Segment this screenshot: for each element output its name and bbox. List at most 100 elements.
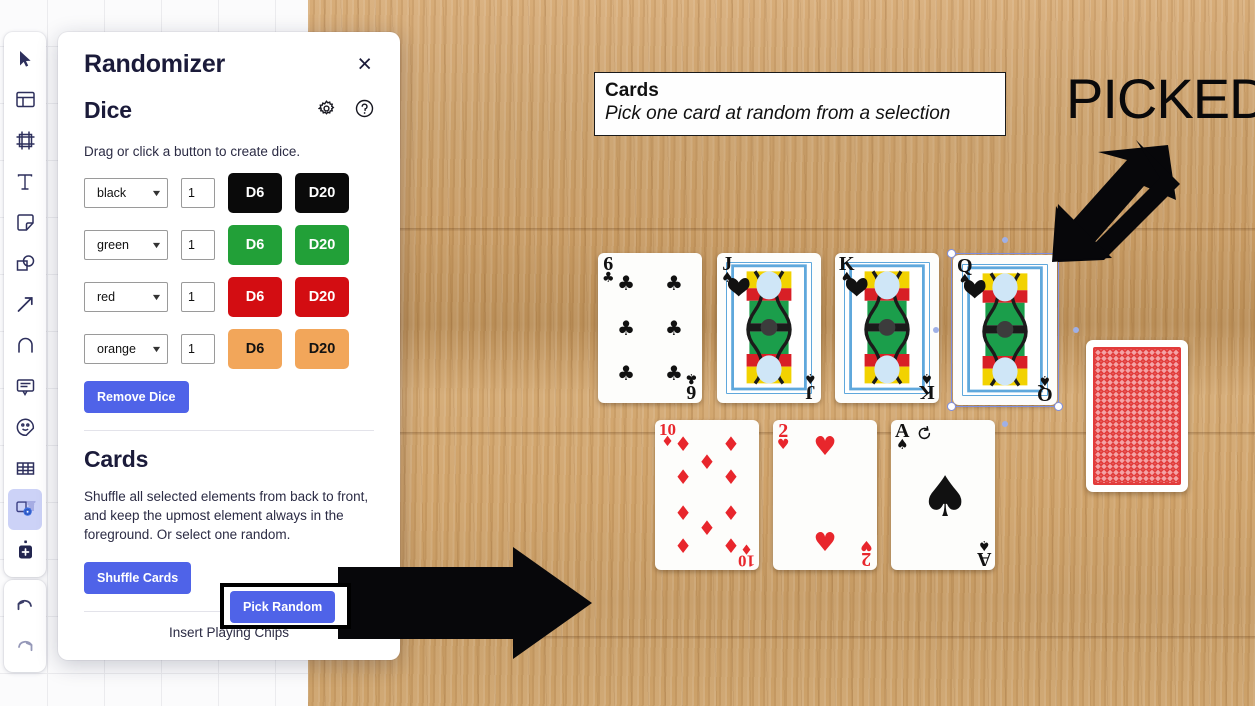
card-corner-index: 10 ♦ bbox=[738, 540, 755, 570]
dice-row: black ▼ 1 D6 D20 bbox=[84, 173, 374, 213]
dice-count-input[interactable]: 1 bbox=[181, 178, 215, 208]
d20-button[interactable]: D20 bbox=[295, 225, 349, 265]
remove-dice-button[interactable]: Remove Dice bbox=[84, 381, 189, 413]
connection-dot[interactable] bbox=[933, 327, 939, 333]
select-tool[interactable] bbox=[8, 38, 42, 79]
card-back[interactable] bbox=[1086, 340, 1188, 492]
dice-row: red ▼ 1 D6 D20 bbox=[84, 277, 374, 317]
tooltip-subtitle: Pick one card at random from a selection bbox=[605, 102, 951, 124]
d20-button[interactable]: D20 bbox=[295, 277, 349, 317]
card-suit: ♠ bbox=[840, 270, 854, 286]
d6-button[interactable]: D6 bbox=[228, 329, 282, 369]
card-6-clubs[interactable]: ♣ ♣ ♣ ♣ ♣ ♣ 6 ♣ 6 ♣ bbox=[598, 253, 702, 403]
d6-button[interactable]: D6 bbox=[228, 225, 282, 265]
dice-color-select[interactable]: black ▼ bbox=[84, 178, 168, 208]
pick-random-button[interactable]: Pick Random bbox=[230, 591, 336, 623]
card-corner-index: 6 ♣ bbox=[602, 254, 615, 286]
undo-button[interactable] bbox=[8, 585, 42, 626]
app-root: ♣ ♣ ♣ ♣ ♣ ♣ 6 ♣ 6 ♣ J ♠ J ♠ K ♠ K ♠ Q ♠ Q ♠ ♦ ♦ ♦ ♦ ♦ ♦ ♦ ♦ ♦ ♦ 10 ♦ 10 ♦ ♥ ♥… bbox=[0, 0, 1255, 706]
card-back-pattern bbox=[1093, 347, 1181, 485]
dice-count-value: 1 bbox=[188, 290, 195, 304]
rotate-icon[interactable] bbox=[916, 425, 933, 447]
redo-button[interactable] bbox=[8, 626, 42, 667]
dice-color-select[interactable]: orange ▼ bbox=[84, 334, 168, 364]
dice-color-select[interactable]: red ▼ bbox=[84, 282, 168, 312]
comment-tool[interactable] bbox=[8, 366, 42, 407]
dice-color-select[interactable]: green ▼ bbox=[84, 230, 168, 260]
pen-tool[interactable] bbox=[8, 325, 42, 366]
card-corner-index: A ♠ bbox=[895, 421, 909, 453]
text-tool[interactable] bbox=[8, 161, 42, 202]
dice-color-value: black bbox=[97, 186, 127, 200]
question-circle-icon[interactable] bbox=[355, 99, 374, 123]
card-suit: ♠ bbox=[721, 270, 734, 286]
card-corner-index: K ♠ bbox=[919, 370, 935, 403]
dice-section-header: Dice bbox=[84, 97, 374, 124]
card-jack-spades[interactable]: J ♠ J ♠ bbox=[717, 253, 821, 403]
resize-handle[interactable] bbox=[947, 249, 956, 258]
resize-handle[interactable] bbox=[947, 402, 956, 411]
connection-dot[interactable] bbox=[1002, 237, 1008, 243]
history-toolbar bbox=[4, 580, 46, 672]
dice-count-input[interactable]: 1 bbox=[181, 230, 215, 260]
d20-button[interactable]: D20 bbox=[295, 173, 349, 213]
section-divider bbox=[84, 430, 374, 431]
randomizer-tool[interactable] bbox=[8, 489, 42, 530]
add-tool[interactable] bbox=[8, 530, 42, 571]
card-corner-index: 2 ♥ bbox=[860, 537, 873, 570]
card-ace-spades[interactable]: ♠ A ♠ A ♠ bbox=[891, 420, 995, 570]
card-10-diamonds[interactable]: ♦ ♦ ♦ ♦ ♦ ♦ ♦ ♦ ♦ ♦ 10 ♦ 10 ♦ bbox=[655, 420, 759, 570]
chevron-down-icon: ▼ bbox=[150, 344, 163, 354]
shuffle-cards-button[interactable]: Shuffle Cards bbox=[84, 562, 192, 595]
picked-annotation-label: PICKED bbox=[1066, 67, 1255, 130]
dice-row: orange ▼ 1 D6 D20 bbox=[84, 329, 374, 369]
card-2-hearts[interactable]: ♥ ♥ 2 ♥ 2 ♥ bbox=[773, 420, 877, 570]
card-suit: ♥ bbox=[777, 437, 790, 453]
sticky-note-tool[interactable] bbox=[8, 202, 42, 243]
chevron-down-icon: ▼ bbox=[150, 188, 163, 198]
card-suit: ♣ bbox=[602, 270, 615, 286]
down-left-arrow-annotation bbox=[1050, 140, 1180, 270]
connection-dot[interactable] bbox=[1073, 327, 1079, 333]
arrow-tool[interactable] bbox=[8, 284, 42, 325]
card-suit: ♣ bbox=[685, 370, 698, 386]
shapes-tool[interactable] bbox=[8, 243, 42, 284]
dice-count-value: 1 bbox=[188, 186, 195, 200]
gear-icon[interactable] bbox=[317, 99, 335, 122]
dice-color-value: red bbox=[97, 290, 116, 304]
cards-section-title: Cards bbox=[84, 446, 149, 472]
panel-title: Randomizer bbox=[84, 50, 226, 78]
frame-tool[interactable] bbox=[8, 79, 42, 120]
panel-header: Randomizer × bbox=[84, 50, 374, 79]
dice-row: green ▼ 1 D6 D20 bbox=[84, 225, 374, 265]
chevron-down-icon: ▼ bbox=[150, 240, 163, 250]
card-suit: ♠ bbox=[920, 370, 934, 386]
card-suit: ♠ bbox=[895, 437, 909, 453]
dice-hint: Drag or click a button to create dice. bbox=[84, 144, 301, 159]
dice-count-input[interactable]: 1 bbox=[181, 282, 215, 312]
card-corner-index: K ♠ bbox=[839, 254, 855, 286]
dice-color-value: orange bbox=[97, 342, 136, 356]
dice-color-value: green bbox=[97, 238, 129, 252]
card-king-spades[interactable]: K ♠ K ♠ bbox=[835, 253, 939, 403]
connection-dot[interactable] bbox=[1002, 421, 1008, 427]
close-icon[interactable]: × bbox=[355, 52, 374, 77]
card-suit: ♥ bbox=[860, 537, 873, 553]
card-corner-index: 6 ♣ bbox=[685, 370, 698, 403]
table-tool[interactable] bbox=[8, 448, 42, 489]
d6-button[interactable]: D6 bbox=[228, 173, 282, 213]
d6-button[interactable]: D6 bbox=[228, 277, 282, 317]
card-corner-index: J ♠ bbox=[721, 254, 734, 286]
crop-tool[interactable] bbox=[8, 120, 42, 161]
selection-frame bbox=[947, 249, 1063, 411]
d20-button[interactable]: D20 bbox=[295, 329, 349, 369]
resize-handle[interactable] bbox=[1054, 402, 1063, 411]
card-suit: ♠ bbox=[804, 370, 817, 386]
card-corner-index: 2 ♥ bbox=[777, 421, 790, 453]
dice-rows: black ▼ 1 D6 D20 green ▼ 1 D6 D20 red ▼ 1 D6 D20 orange… bbox=[84, 173, 374, 369]
card-suit: ♦ bbox=[661, 434, 674, 451]
dice-count-input[interactable]: 1 bbox=[181, 334, 215, 364]
sticker-emoji-tool[interactable] bbox=[8, 407, 42, 448]
left-toolbar bbox=[4, 32, 46, 577]
court-card-artwork bbox=[726, 262, 812, 394]
